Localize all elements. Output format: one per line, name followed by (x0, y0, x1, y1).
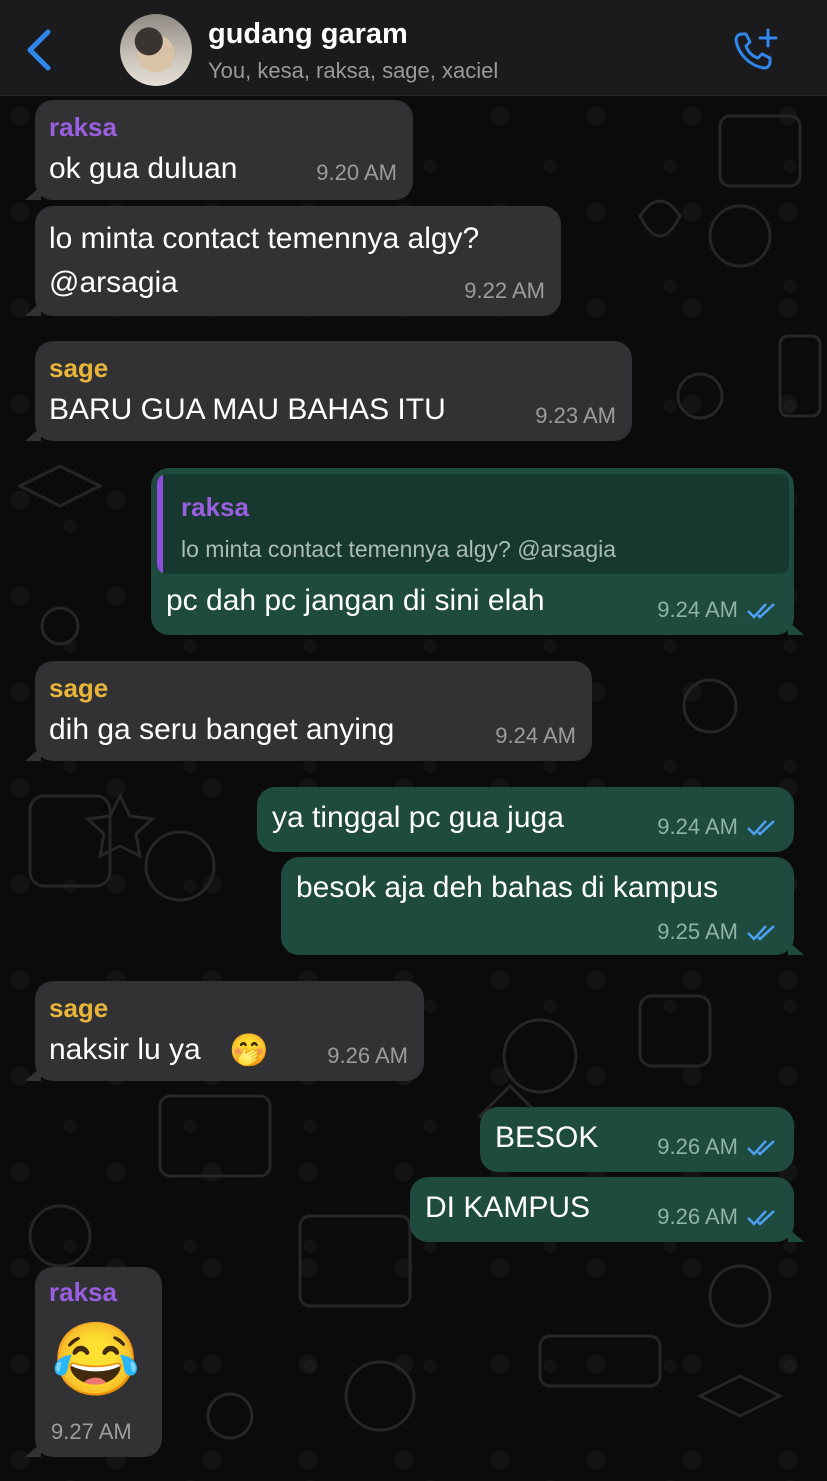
message-time: 9.26 AM (327, 1043, 408, 1068)
message-time: 9.24 AM (657, 597, 738, 622)
message-text: DI KAMPUS (425, 1191, 591, 1224)
read-ticks-icon (747, 1140, 775, 1156)
message-text: naksir lu ya (49, 1033, 201, 1066)
back-chevron-icon[interactable] (22, 26, 58, 74)
message-incoming[interactable]: sage naksir lu ya 🤭 9.26 AM (25, 981, 424, 1081)
laughing-tears-emoji: 😂 (51, 1320, 141, 1400)
message-time: 9.26 AM (657, 1134, 738, 1159)
message-text: ok gua duluan (49, 152, 238, 185)
message-time: 9.25 AM (657, 919, 738, 944)
message-time: 9.26 AM (657, 1204, 738, 1229)
sender-name: sage (49, 993, 109, 1023)
message-incoming[interactable]: raksa 😂 9.27 AM (25, 1267, 162, 1457)
sender-name: raksa (49, 112, 117, 142)
message-time: 9.24 AM (495, 723, 576, 748)
message-text: ya tinggal pc gua juga (272, 801, 564, 834)
message-outgoing[interactable]: DI KAMPUS 9.26 AM (410, 1177, 804, 1242)
message-text-line2: @arsagia (49, 266, 178, 299)
add-call-icon[interactable] (730, 26, 782, 74)
message-outgoing[interactable]: besok aja deh bahas di kampus 9.25 AM (281, 857, 804, 955)
group-title[interactable]: gudang garam (208, 18, 408, 51)
chat-area[interactable]: raksa ok gua duluan 9.20 AM lo minta con… (0, 96, 827, 1481)
message-time: 9.20 AM (316, 160, 397, 185)
message-text: dih ga seru banget anying (49, 713, 395, 746)
hand-over-mouth-emoji: 🤭 (229, 1032, 269, 1068)
message-time: 9.27 AM (51, 1419, 132, 1444)
message-incoming[interactable]: raksa ok gua duluan 9.20 AM (25, 100, 413, 200)
chat-header: gudang garam You, kesa, raksa, sage, xac… (0, 0, 827, 96)
message-text: BARU GUA MAU BAHAS ITU (49, 393, 446, 426)
group-members[interactable]: You, kesa, raksa, sage, xaciel (208, 58, 498, 84)
read-ticks-icon (747, 603, 775, 619)
group-avatar[interactable] (120, 14, 192, 86)
message-outgoing[interactable]: BESOK 9.26 AM (480, 1107, 794, 1172)
read-ticks-icon (747, 820, 775, 836)
message-time: 9.23 AM (535, 403, 616, 428)
message-incoming[interactable]: lo minta contact temennya algy? @arsagia… (25, 206, 561, 316)
quoted-text: lo minta contact temennya algy? @arsagia (181, 536, 617, 562)
message-text: besok aja deh bahas di kampus (296, 871, 718, 904)
message-text: BESOK (495, 1121, 599, 1154)
message-outgoing-reply[interactable]: raksa lo minta contact temennya algy? @a… (151, 468, 804, 635)
message-outgoing[interactable]: ya tinggal pc gua juga 9.24 AM (257, 787, 794, 852)
quoted-sender: raksa (181, 492, 249, 522)
sender-name: sage (49, 673, 109, 703)
sender-name: raksa (49, 1277, 117, 1307)
quoted-message[interactable]: raksa lo minta contact temennya algy? @a… (157, 474, 789, 574)
message-time: 9.22 AM (464, 278, 545, 303)
read-ticks-icon (747, 925, 775, 941)
message-time: 9.24 AM (657, 814, 738, 839)
sender-name: sage (49, 353, 109, 383)
message-incoming[interactable]: sage dih ga seru banget anying 9.24 AM (25, 661, 592, 761)
message-incoming[interactable]: sage BARU GUA MAU BAHAS ITU 9.23 AM (25, 341, 632, 441)
message-text-line1: lo minta contact temennya algy? (49, 222, 480, 255)
quote-accent-bar (157, 474, 163, 574)
read-ticks-icon (747, 1210, 775, 1226)
message-text: pc dah pc jangan di sini elah (166, 584, 545, 617)
